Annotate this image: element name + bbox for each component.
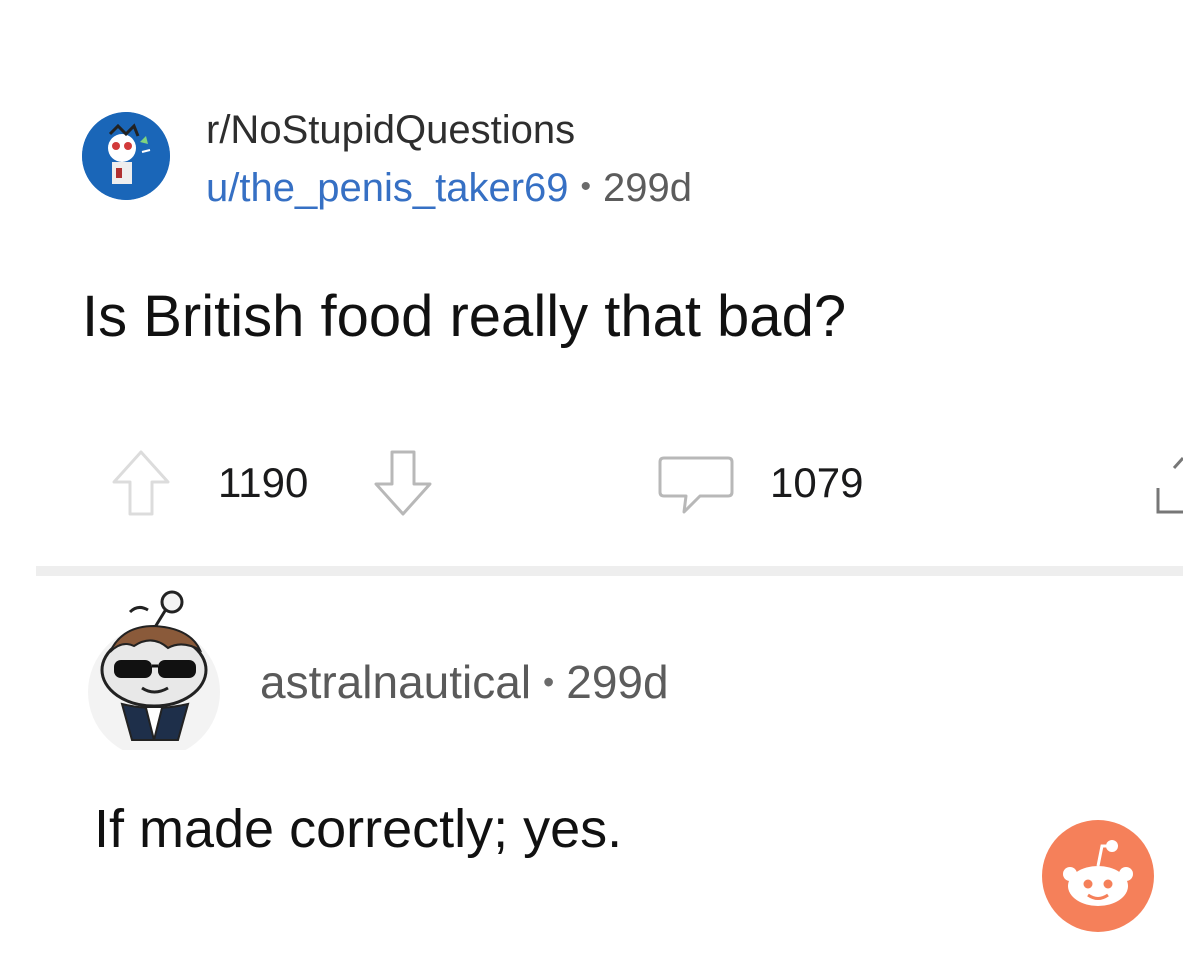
share-icon[interactable] <box>1150 448 1183 518</box>
post-age: 299d <box>603 166 692 210</box>
downvote-arrow-icon[interactable] <box>372 448 434 518</box>
comment-bubble-icon[interactable] <box>656 452 736 518</box>
comment-body: If made correctly; yes. <box>94 799 623 859</box>
meta-separator: • <box>580 170 592 203</box>
subreddit-name[interactable]: r/NoStupidQuestions <box>206 104 692 156</box>
comment-count: 1079 <box>770 459 864 506</box>
upvote-count: 1190 <box>218 459 309 506</box>
comment-header: astralnautical • 299d <box>82 590 982 760</box>
meta-separator: • <box>543 664 555 700</box>
section-divider <box>36 566 1183 576</box>
comment-meta: astralnautical • 299d <box>260 654 669 715</box>
comment-author-link[interactable]: astralnautical <box>260 656 531 708</box>
subreddit-avatar-icon[interactable] <box>82 112 170 200</box>
post-title[interactable]: Is British food really that bad? <box>82 282 846 352</box>
reddit-logo-icon <box>1040 818 1156 934</box>
post-header: r/NoStupidQuestions u/the_penis_taker69 •… <box>82 104 982 214</box>
upvote-arrow-icon[interactable] <box>110 448 172 518</box>
post-meta: r/NoStupidQuestions u/the_penis_taker69 •… <box>206 104 692 218</box>
snoo-avatar-icon[interactable] <box>82 590 232 758</box>
post-action-bar: 1190 1079 <box>0 440 1183 530</box>
comment-age: 299d <box>566 656 669 708</box>
post-author-link[interactable]: u/the_penis_taker69 <box>206 166 569 210</box>
post-byline: u/the_penis_taker69 • 299d <box>206 162 692 218</box>
